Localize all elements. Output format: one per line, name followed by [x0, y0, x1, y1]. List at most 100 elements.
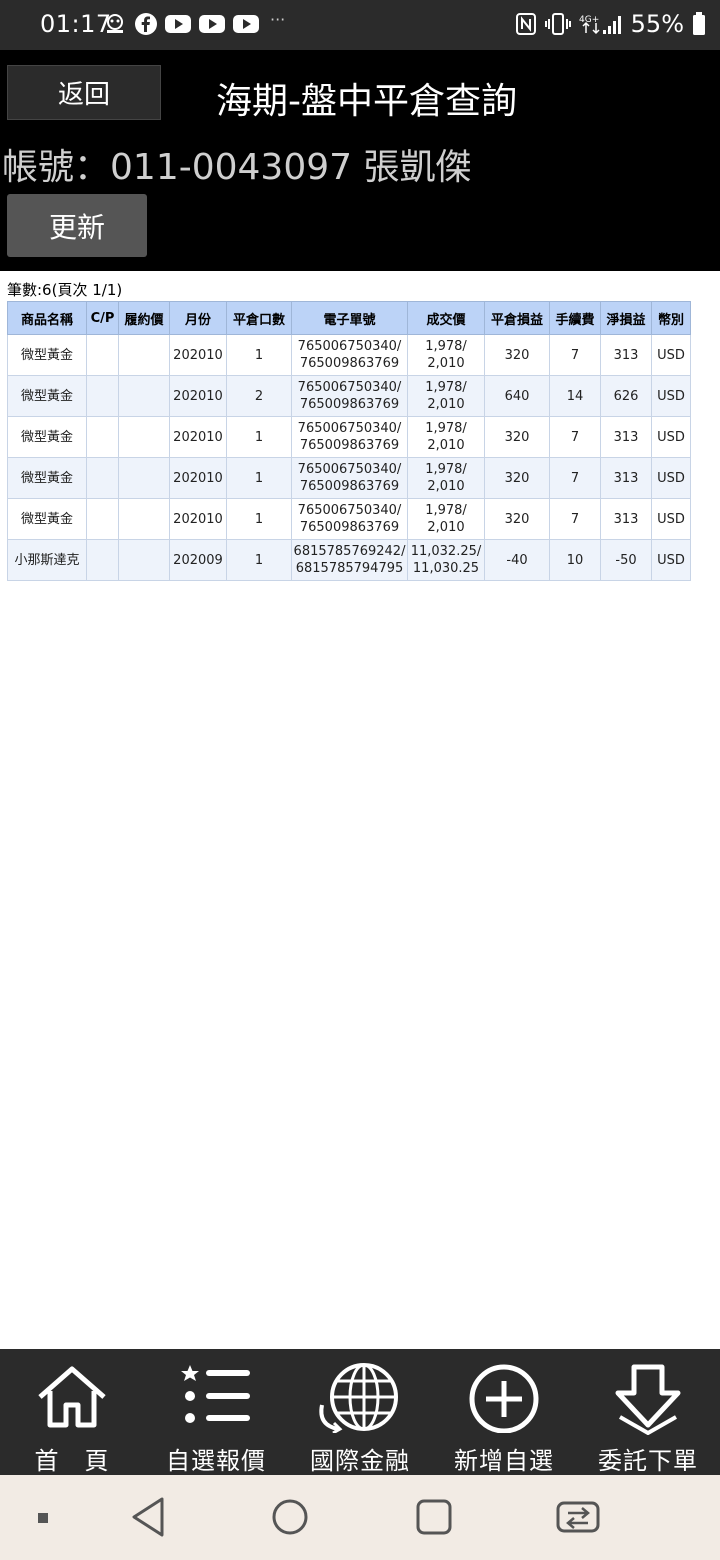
net-cell: 313 — [600, 416, 652, 458]
qty-cell: 1 — [226, 457, 292, 499]
month-cell: 202010 — [169, 416, 227, 458]
product-link[interactable]: 微型黃金 — [7, 375, 87, 417]
product-link[interactable]: 微型黃金 — [7, 416, 87, 458]
youtube-icon — [165, 15, 191, 33]
refresh-button[interactable]: 更新 — [7, 194, 147, 257]
table-row: 小那斯達克 202009 1 6815785769242/68157857947… — [7, 539, 691, 581]
product-link[interactable]: 微型黃金 — [7, 334, 87, 376]
currency-cell: USD — [651, 416, 691, 458]
pnl-cell: 320 — [484, 498, 550, 540]
month-cell: 202010 — [169, 498, 227, 540]
order-open: 765006750340/ — [297, 462, 402, 477]
order-close: 6815785794795 — [295, 561, 404, 576]
back-button[interactable]: 返回 — [7, 65, 161, 120]
plus-circle-icon — [469, 1364, 539, 1433]
order-close: 765009863769 — [299, 479, 400, 494]
product-link[interactable]: 小那斯達克 — [7, 539, 87, 581]
youtube-icon — [233, 15, 259, 33]
table-row: 微型黃金 202010 1 765006750340/765009863769 … — [7, 498, 691, 540]
price-close: 2,010 — [427, 479, 465, 494]
price-cell: 1,978/2,010 — [407, 457, 485, 499]
qty-cell: 2 — [226, 375, 292, 417]
net-cell: 313 — [600, 498, 652, 540]
col-net: 淨損益 — [600, 301, 652, 335]
price-open: 1,978/ — [425, 339, 467, 354]
home-circle-icon[interactable] — [270, 1495, 310, 1539]
nav-home[interactable]: 首 頁 — [0, 1349, 144, 1475]
strike-cell — [118, 457, 170, 499]
fee-cell: 7 — [549, 457, 601, 499]
currency-cell: USD — [651, 457, 691, 499]
order-open: 6815785769242/ — [293, 544, 406, 559]
switch-apps-icon[interactable] — [554, 1495, 602, 1539]
table-row: 微型黃金 202010 1 765006750340/765009863769 … — [7, 457, 691, 499]
pnl-cell: 320 — [484, 457, 550, 499]
price-cell: 1,978/2,010 — [407, 375, 485, 417]
col-cp: C/P — [86, 301, 119, 335]
order-close: 765009863769 — [299, 520, 400, 535]
order-cell: 765006750340/765009863769 — [291, 334, 408, 376]
nav-watchlist[interactable]: 自選報價 — [144, 1349, 288, 1475]
order-open: 765006750340/ — [297, 339, 402, 354]
month-cell: 202010 — [169, 334, 227, 376]
youtube-icon — [199, 15, 225, 33]
net-cell: 313 — [600, 334, 652, 376]
month-cell: 202009 — [169, 539, 227, 581]
nav-add-watchlist[interactable]: 新增自選 — [432, 1349, 576, 1475]
list-star-icon — [181, 1365, 250, 1423]
status-time: 01:17 — [40, 10, 112, 38]
net-cell: 626 — [600, 375, 652, 417]
strike-cell — [118, 334, 170, 376]
account-value: 011-0043097 張凱傑 — [110, 147, 472, 188]
price-cell: 11,032.25/11,030.25 — [407, 539, 485, 581]
price-cell: 1,978/2,010 — [407, 416, 485, 458]
price-open: 1,978/ — [425, 503, 467, 518]
fee-cell: 7 — [549, 416, 601, 458]
price-open: 11,032.25/ — [410, 544, 482, 559]
cp-cell — [86, 498, 119, 540]
nav-label: 自選報價 — [166, 1447, 266, 1475]
order-close: 765009863769 — [299, 356, 400, 371]
status-bar: 01:17 ··· 4G+ 55% — [0, 0, 720, 50]
net-cell: -50 — [600, 539, 652, 581]
qty-cell: 1 — [226, 498, 292, 540]
down-arrow-icon — [615, 1364, 681, 1435]
fee-cell: 14 — [549, 375, 601, 417]
price-open: 1,978/ — [425, 462, 467, 477]
col-qty: 平倉口數 — [226, 301, 292, 335]
cp-cell — [86, 375, 119, 417]
month-cell: 202010 — [169, 457, 227, 499]
price-close: 2,010 — [427, 438, 465, 453]
price-close: 2,010 — [427, 397, 465, 412]
order-open: 765006750340/ — [297, 421, 402, 436]
nav-place-order[interactable]: 委託下單 — [576, 1349, 720, 1475]
fee-cell: 10 — [549, 539, 601, 581]
menu-dot-icon[interactable] — [36, 1511, 52, 1527]
order-cell: 6815785769242/6815785794795 — [291, 539, 408, 581]
price-close: 11,030.25 — [412, 561, 480, 576]
price-cell: 1,978/2,010 — [407, 334, 485, 376]
fee-cell: 7 — [549, 498, 601, 540]
table-row: 微型黃金 202010 1 765006750340/765009863769 … — [7, 416, 691, 458]
strike-cell — [118, 539, 170, 581]
bottom-navigation: 首 頁 自選報價 國際金融 新增自選 委託下單 — [0, 1349, 720, 1475]
facebook-icon — [135, 13, 157, 35]
qty-cell: 1 — [226, 539, 292, 581]
record-count: 筆數:6(頁次 1/1) — [7, 281, 123, 299]
strike-cell — [118, 416, 170, 458]
back-triangle-icon[interactable] — [128, 1495, 168, 1539]
notification-icons — [102, 12, 260, 36]
col-order-no: 電子單號 — [291, 301, 408, 335]
recents-square-icon[interactable] — [414, 1495, 454, 1539]
fee-cell: 7 — [549, 334, 601, 376]
qty-cell: 1 — [226, 416, 292, 458]
price-open: 1,978/ — [425, 421, 467, 436]
order-open: 765006750340/ — [297, 503, 402, 518]
battery-icon — [693, 12, 705, 35]
page-title: 海期-盤中平倉查詢 — [216, 81, 517, 122]
nav-international-finance[interactable]: 國際金融 — [288, 1349, 432, 1475]
cp-cell — [86, 416, 119, 458]
product-link[interactable]: 微型黃金 — [7, 498, 87, 540]
product-link[interactable]: 微型黃金 — [7, 457, 87, 499]
price-cell: 1,978/2,010 — [407, 498, 485, 540]
